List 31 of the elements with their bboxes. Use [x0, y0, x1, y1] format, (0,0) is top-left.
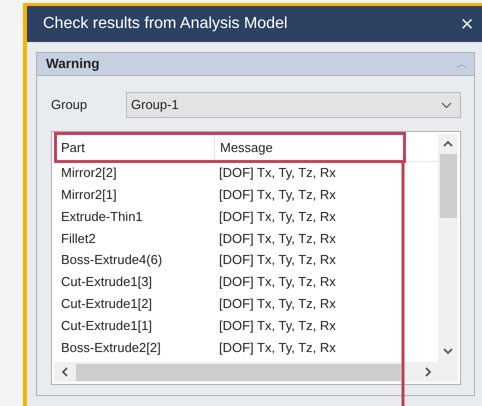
table-cell-text: Mirror2[1] — [60, 186, 118, 204]
table-cell-text: Cut-Extrude1[1] — [60, 316, 154, 335]
column-header: Part — [60, 138, 86, 157]
panel-title: Warning — [46, 54, 100, 73]
chevron-left-icon — [60, 366, 68, 377]
scrollbar-thumb[interactable] — [76, 364, 401, 380]
scrollbar-thumb[interactable] — [440, 154, 456, 218]
group-label: Group — [51, 96, 88, 114]
chevron-down-icon — [441, 102, 452, 108]
chevron-up-icon — [443, 140, 453, 148]
chevron-right-icon — [424, 366, 432, 377]
table-cell-text: Extrude-Thin1 — [60, 208, 144, 226]
table-cell-text: Cut-Extrude1[3] — [60, 273, 154, 292]
table-cell-text: [DOF] Tx, Ty, Tz, Rx — [218, 294, 337, 313]
table-cell-text: [DOF] Tx, Ty, Tz, Rx — [218, 164, 337, 182]
table-cell-text: Fillet2 — [60, 230, 97, 248]
chevron-down-icon — [443, 348, 453, 356]
window-title: Check results from Analysis Model — [43, 14, 288, 34]
table-cell-text: [DOF] Tx, Ty, Tz, Rx — [218, 208, 337, 226]
table-cell-text: [DOF] Tx, Ty, Tz, Rx — [218, 316, 337, 335]
table-cell-text: [DOF] Tx, Ty, Tz, Rx — [218, 186, 337, 204]
group-dropdown[interactable]: Group-1 — [126, 92, 461, 118]
close-button[interactable]: ✕ — [460, 16, 474, 32]
table-cell-text: Boss-Extrude2[2] — [60, 338, 162, 357]
table-cell-text: [DOF] Tx, Ty, Tz, Rx — [218, 273, 337, 292]
table-cell-text: Mirror2[2] — [60, 164, 118, 182]
table-cell-text: Cut-Extrude1[2] — [60, 294, 154, 313]
table-cell-text: [DOF] Tx, Ty, Tz, Rx — [218, 338, 337, 357]
table-cell-text: [DOF] Tx, Ty, Tz, Rx — [218, 230, 337, 248]
table-cell-text: Boss-Extrude4(6) — [60, 251, 164, 270]
table-cell-text: [DOF] Tx, Ty, Tz, Rx — [218, 251, 337, 270]
